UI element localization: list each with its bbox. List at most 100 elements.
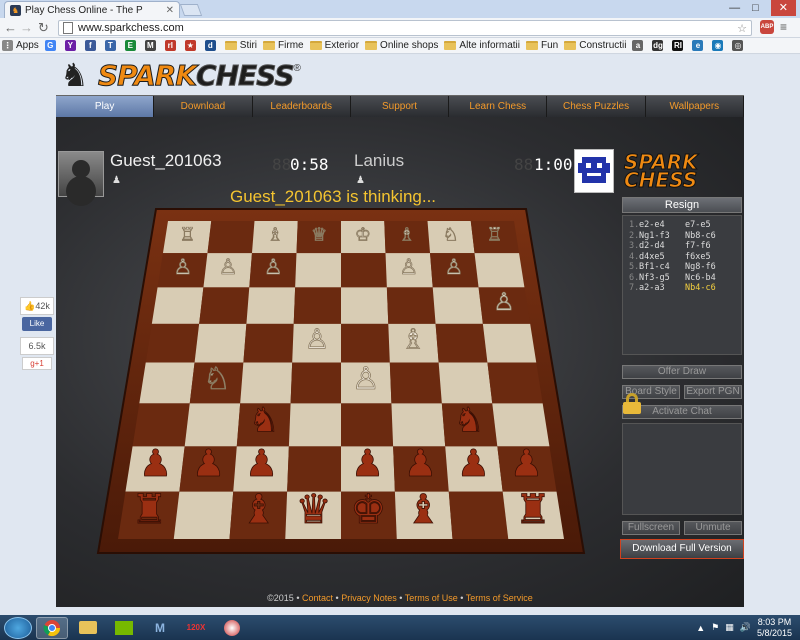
nav-item-download[interactable]: Download (154, 96, 253, 117)
nav-item-chess-puzzles[interactable]: Chess Puzzles (547, 96, 646, 117)
board-square[interactable] (435, 323, 488, 363)
120x-app-icon[interactable]: 120X (180, 617, 212, 639)
black-piece[interactable]: ♟ (138, 441, 172, 486)
board-square[interactable] (288, 403, 341, 447)
bookmark-star-icon[interactable]: ☆ (737, 22, 747, 35)
m-app-icon[interactable]: M (144, 617, 176, 639)
black-piece[interactable]: ♟ (403, 441, 437, 486)
board-square[interactable] (199, 287, 250, 324)
start-button[interactable] (4, 616, 32, 639)
white-piece[interactable]: ♕ (311, 224, 328, 246)
chrome-taskbar-icon[interactable] (36, 616, 68, 639)
flag-icon[interactable]: ⚑ (711, 622, 719, 633)
export-pgn-button[interactable]: Export PGN (684, 385, 742, 399)
black-piece[interactable]: ♟ (456, 441, 490, 486)
adblock-icon[interactable]: ABP (760, 20, 774, 34)
white-piece[interactable]: ♗ (400, 322, 426, 356)
bookmark-item[interactable]: T (104, 40, 119, 51)
footer-privacy-link[interactable]: Privacy Notes (341, 593, 397, 603)
bookmark-item[interactable]: f (84, 40, 99, 51)
bookmark-item[interactable]: ★ (184, 40, 199, 51)
resign-button[interactable]: Resign (622, 197, 742, 213)
bookmark-item[interactable]: ◉ (712, 40, 726, 51)
board-square[interactable] (474, 253, 525, 288)
bookmark-item[interactable]: e (692, 40, 706, 51)
nav-item-wallpapers[interactable]: Wallpapers (646, 96, 744, 117)
black-piece[interactable]: ♟ (191, 441, 225, 486)
board-square[interactable] (173, 491, 234, 539)
back-arrow-icon[interactable]: ← (4, 20, 17, 36)
white-piece[interactable]: ♙ (218, 254, 238, 280)
black-piece[interactable]: ♟ (350, 441, 384, 486)
bookmark-item[interactable]: G (44, 40, 59, 51)
download-full-version-button[interactable]: Download Full Version (620, 539, 744, 559)
nav-item-learn-chess[interactable]: Learn Chess (449, 96, 548, 117)
white-piece[interactable]: ♖ (486, 224, 503, 246)
board-square[interactable] (207, 221, 255, 254)
board-square[interactable] (492, 403, 550, 447)
explorer-folder-icon[interactable] (72, 617, 104, 639)
sparkchess-logo[interactable]: ♞ SPARKCHESS ® (60, 57, 301, 93)
footer-terms-service-link[interactable]: Terms of Service (466, 593, 533, 603)
board-square[interactable] (145, 323, 200, 363)
board-square[interactable] (139, 362, 195, 404)
volume-icon[interactable]: 🔊 (740, 622, 751, 633)
chrome-menu-icon[interactable]: ≡ (780, 21, 792, 33)
bookmark-item[interactable]: Exterior (309, 40, 359, 51)
black-piece[interactable]: ♝ (240, 485, 277, 534)
black-piece[interactable]: ♞ (248, 400, 279, 441)
reload-icon[interactable]: ↻ (38, 20, 49, 36)
bookmark-item[interactable]: d (204, 40, 219, 51)
white-piece[interactable]: ♘ (203, 360, 231, 397)
board-square[interactable] (438, 362, 493, 404)
board-square[interactable] (448, 491, 509, 539)
network-icon[interactable]: ▦ (725, 622, 734, 633)
white-piece[interactable]: ♙ (444, 254, 464, 280)
bookmark-item[interactable]: ◎ (732, 40, 746, 51)
maximize-button[interactable]: □ (752, 0, 759, 16)
board-square[interactable] (290, 362, 341, 404)
minimize-button[interactable]: — (729, 0, 740, 16)
show-hidden-icon[interactable]: ▲ (696, 623, 705, 633)
black-piece[interactable]: ♟ (509, 441, 543, 486)
black-piece[interactable]: ♜ (514, 485, 551, 534)
bookmark-item[interactable]: E (124, 40, 139, 51)
chess-board[interactable]: ♖ ♗ ♕ ♔ ♖♗ ♘♙ ♙ ♙ ♙ ♙♙♙ ♗♘ ♙♞ ♞♟ ♟ ♟ ♟ ♟ ♟ ♟♝ ♚♜ ♛ ♝ ♜ (96, 207, 586, 557)
white-piece[interactable]: ♗ (398, 224, 415, 246)
bookmark-item[interactable]: Constructii (564, 40, 626, 51)
bookmark-item[interactable]: rl (164, 40, 179, 51)
fullscreen-button[interactable]: Fullscreen (622, 521, 680, 535)
white-piece[interactable]: ♙ (304, 322, 330, 356)
black-piece[interactable]: ♛ (295, 485, 332, 534)
board-square[interactable] (151, 287, 204, 324)
nvidia-icon[interactable] (108, 617, 140, 639)
bookmark-item[interactable]: Firme (263, 40, 304, 51)
board-square[interactable] (341, 403, 394, 447)
white-piece[interactable]: ♖ (179, 224, 196, 246)
board-square[interactable] (194, 323, 247, 363)
white-piece[interactable]: ♔ (354, 224, 371, 246)
chat-box[interactable] (622, 423, 742, 515)
facebook-like-button[interactable]: Like (22, 317, 52, 331)
nav-item-support[interactable]: Support (351, 96, 450, 117)
white-piece[interactable]: ♙ (493, 287, 516, 317)
board-square[interactable] (243, 323, 294, 363)
black-piece[interactable]: ♚ (350, 485, 387, 534)
bookmark-item[interactable]: Y (64, 40, 79, 51)
black-piece[interactable]: ♞ (453, 400, 484, 441)
board-square[interactable] (246, 287, 296, 324)
board-square[interactable] (293, 287, 341, 324)
board-square[interactable] (341, 287, 389, 324)
tab-close-icon[interactable]: ✕ (166, 5, 174, 16)
browser-tab[interactable]: ♞ Play Chess Online - The P ✕ (4, 1, 180, 18)
footer-terms-use-link[interactable]: Terms of Use (405, 593, 458, 603)
board-square[interactable] (295, 253, 341, 288)
board-square[interactable] (432, 287, 483, 324)
white-piece[interactable]: ♘ (442, 224, 459, 246)
white-piece[interactable]: ♙ (399, 254, 419, 280)
board-square[interactable] (391, 403, 446, 447)
bookmark-item[interactable]: Fun (526, 40, 558, 51)
bookmark-item[interactable]: M (144, 40, 159, 51)
board-square[interactable] (386, 287, 436, 324)
board-square[interactable] (341, 253, 387, 288)
